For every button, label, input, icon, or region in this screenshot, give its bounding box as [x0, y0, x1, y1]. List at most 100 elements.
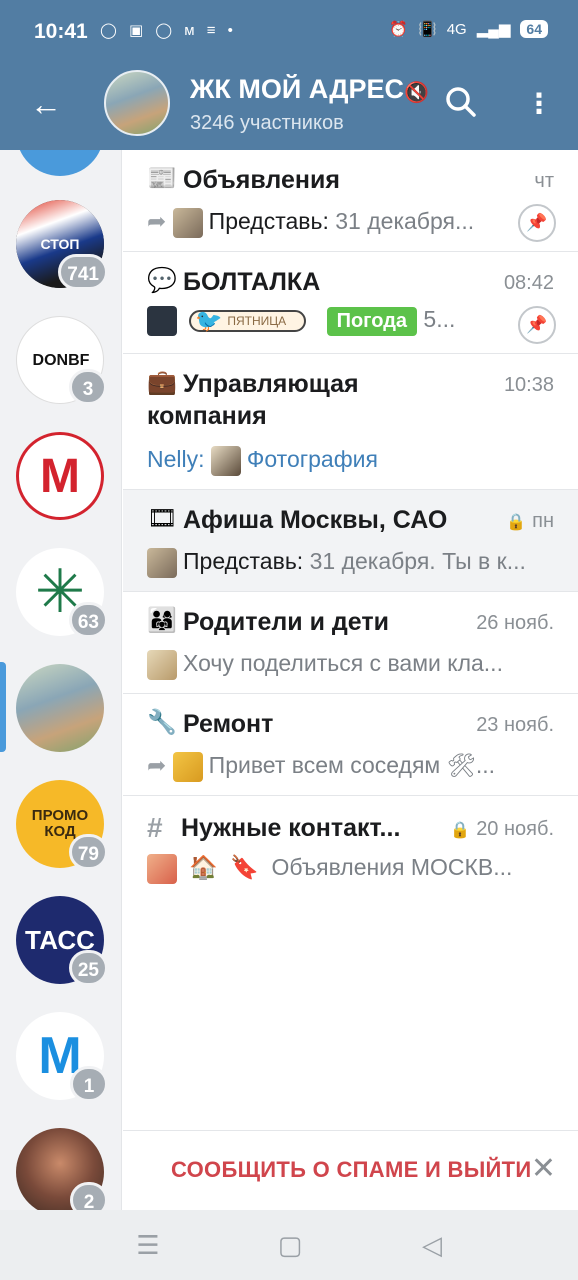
- preview-text: Хочу поделиться с вами кла...: [183, 650, 503, 677]
- report-spam-bar: СООБЩИТЬ О СПАМЕ И ВЫЙТИ ✕: [123, 1130, 578, 1210]
- sidebar-avatar-9[interactable]: 2: [16, 1128, 108, 1210]
- network-label: 4G: [446, 20, 467, 38]
- group-title[interactable]: ЖК МОЙ АДРЕС: [190, 74, 405, 105]
- unread-badge: 1: [70, 1066, 108, 1102]
- unread-badge: 25: [68, 950, 108, 986]
- preview-text: 5...: [423, 306, 456, 333]
- topic-preview: 🏠 🔖 Объявления МОСКВ...: [147, 854, 547, 884]
- friday-sticker: 🐦 ПЯТНИЦА: [189, 308, 307, 333]
- forward-icon: ➦: [147, 208, 167, 235]
- topic-name: Ремонт: [183, 710, 274, 738]
- sidebar-avatar-5[interactable]: [16, 664, 104, 752]
- chat-header: ← ЖК МОЙ АДРЕС 3246 участников 🔇 ⋮: [0, 62, 578, 150]
- battery-indicator: 64: [520, 20, 548, 38]
- pin-icon[interactable]: 📌: [518, 204, 556, 242]
- video-thumb-icon: [147, 306, 177, 336]
- topic-row[interactable]: # Нужные контакт... 🔒 20 нояб. 🏠 🔖 Объявл…: [123, 796, 578, 898]
- topic-row[interactable]: 👨‍👩‍👧 Родители и дети 26 нояб. Хочу поде…: [123, 592, 578, 694]
- topic-name: Родители и дети: [183, 608, 389, 636]
- sidebar-avatar-2[interactable]: DONBF 3: [16, 316, 107, 405]
- notification-icons: ◯ ▣ ◯ м ≡ •: [100, 22, 237, 39]
- member-count: 3246 участников: [190, 112, 344, 134]
- date-text: пн: [532, 510, 554, 532]
- topic-date: чт: [534, 170, 554, 192]
- group-avatar[interactable]: [104, 70, 170, 136]
- topic-row[interactable]: 💼 Управляющая компания 10:38 Nelly: Фото…: [123, 354, 578, 490]
- topic-row[interactable]: 📰 Объявления чт ➦ Представь: 31 декабря.…: [123, 150, 578, 252]
- sidebar-avatar-0[interactable]: [16, 150, 104, 176]
- topic-name: Афиша Москвы, САО: [183, 506, 448, 534]
- topic-name: Нужные контакт...: [181, 814, 401, 842]
- video-thumb-icon: [172, 208, 203, 238]
- photo-thumb-icon: [147, 854, 177, 884]
- recent-apps-icon[interactable]: ☰: [128, 1230, 168, 1261]
- topic-preview: Представь: 31 декабря. Ты в к...: [147, 548, 547, 578]
- topic-preview: 🐦 ПЯТНИЦА Погода 5...: [147, 306, 492, 336]
- date-text: 20 нояб.: [476, 818, 554, 840]
- unread-badge: 741: [58, 254, 108, 290]
- preview-sender: Представь:: [208, 208, 329, 235]
- video-thumb-icon: [147, 650, 177, 680]
- unread-badge: 2: [70, 1182, 108, 1210]
- topic-preview: ➦ Представь: 31 декабря...: [147, 208, 492, 238]
- house-icon: 🏠: [189, 854, 219, 881]
- unread-badge: 3: [69, 369, 107, 405]
- chat-bubbles-icon: 💬: [147, 267, 177, 294]
- sidebar-avatar-1[interactable]: СТОП 741: [16, 200, 108, 290]
- metro-logo-icon: М: [40, 449, 80, 503]
- family-icon: 👨‍👩‍👧: [147, 607, 177, 634]
- status-time: 10:41: [34, 20, 88, 43]
- sidebar-avatar-4[interactable]: ✳ 63: [16, 548, 108, 638]
- topic-date: 08:42: [503, 272, 554, 294]
- system-nav-bar: ☰ ▢ ◁: [0, 1210, 578, 1280]
- vibrate-icon: 📳: [418, 21, 437, 38]
- search-icon[interactable]: [443, 84, 483, 124]
- topic-name-line-1: Управляющая: [183, 370, 359, 398]
- wrench-icon: 🔧: [147, 709, 177, 736]
- topic-date: 26 нояб.: [476, 612, 554, 634]
- home-icon[interactable]: ▢: [270, 1230, 310, 1261]
- signal-icon: ▂▄▆: [476, 21, 511, 38]
- lock-icon: 🔒: [450, 822, 471, 839]
- preview-text: 31 декабря...: [328, 208, 475, 235]
- sticker-label: ПЯТНИЦА: [227, 314, 287, 328]
- sidebar-avatar-7[interactable]: ТАСС 25: [16, 896, 108, 986]
- unread-badge: 63: [68, 602, 108, 638]
- report-spam-button[interactable]: СООБЩИТЬ О СПАМЕ И ВЫЙТИ: [171, 1157, 532, 1183]
- weather-tag: Погода: [326, 306, 418, 336]
- topic-row[interactable]: 💬 БОЛТАЛКА 08:42 🐦 ПЯТНИЦА Погода 5... 📌: [123, 252, 578, 354]
- photo-thumb-icon: [172, 752, 203, 782]
- preview-text: Объявления МОСКВ...: [271, 854, 513, 881]
- bird-icon: 🐦: [195, 308, 223, 333]
- sidebar-avatar-8[interactable]: M 1: [16, 1012, 108, 1102]
- topic-date: 🔒 20 нояб.: [450, 818, 554, 841]
- pin-icon[interactable]: 📌: [518, 306, 556, 344]
- muted-icon: 🔇: [404, 82, 429, 104]
- unread-badge: 79: [68, 834, 108, 870]
- preview-sender: Nelly:: [147, 446, 205, 473]
- status-bar: 10:41 ◯ ▣ ◯ м ≡ • ⏰ 📳 4G ▂▄▆ 64: [0, 0, 578, 62]
- topic-preview: ➦ Привет всем соседям 🛠...: [147, 752, 547, 782]
- back-arrow-icon[interactable]: ←: [26, 86, 66, 126]
- more-options-icon[interactable]: ⋮: [524, 84, 554, 124]
- status-right: ⏰ 📳 4G ▂▄▆ 64: [389, 20, 548, 38]
- lock-icon: 🔒: [506, 514, 527, 531]
- preview-text: 31 декабря. Ты в к...: [303, 548, 526, 575]
- topic-date: 10:38: [503, 374, 554, 396]
- alarm-icon: ⏰: [389, 21, 409, 38]
- briefcase-icon: 💼: [147, 369, 177, 396]
- sidebar-avatar-6[interactable]: ПРОМО КОД 79: [16, 780, 108, 870]
- preview-text: Привет всем соседям 🛠...: [208, 752, 495, 779]
- sidebar-avatar-3[interactable]: М: [16, 432, 104, 520]
- forward-icon: ➦: [147, 752, 167, 779]
- bookmark-icon: 🔖: [230, 854, 260, 881]
- topic-row[interactable]: 🔧 Ремонт 23 нояб. ➦ Привет всем соседям …: [123, 694, 578, 796]
- back-triangle-icon[interactable]: ◁: [412, 1230, 452, 1261]
- announcements-icon: 📰: [147, 165, 177, 192]
- photo-thumb-icon: [210, 446, 241, 476]
- close-icon[interactable]: ✕: [531, 1151, 556, 1186]
- topic-row[interactable]: 🎞 Афиша Москвы, САО 🔒 пн Представь: 31 де…: [123, 490, 578, 592]
- topic-date: 🔒 пн: [506, 510, 554, 533]
- film-icon: 🎞: [147, 505, 178, 532]
- topic-date: 23 нояб.: [476, 714, 554, 736]
